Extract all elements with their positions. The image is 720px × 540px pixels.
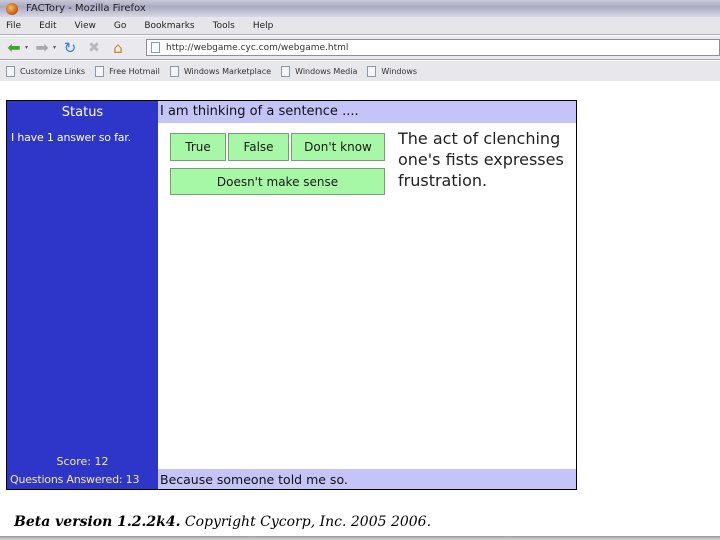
bookmark-label: Windows Media — [295, 66, 358, 76]
document-icon — [6, 65, 15, 77]
forward-dropdown-icon[interactable]: ▾ — [53, 44, 56, 51]
bookmark-windows[interactable]: Windows — [367, 65, 418, 77]
bookmark-windows-media[interactable]: Windows Media — [281, 65, 358, 77]
home-icon[interactable]: ⌂ — [108, 39, 128, 57]
bookmark-label: Free Hotmail — [109, 66, 160, 76]
true-button[interactable]: True — [170, 133, 226, 161]
window-titlebar: FACTory - Mozilla Firefox — [0, 0, 720, 17]
copyright-line: Beta version 1.2.2k4. Copyright Cycorp, … — [14, 514, 431, 530]
status-sidebar: Status I have 1 answer so far. Score: 12… — [7, 101, 158, 489]
window-title: FACTory - Mozilla Firefox — [26, 3, 146, 14]
game-frame: Status I have 1 answer so far. Score: 12… — [6, 100, 577, 490]
status-title: Status — [61, 105, 104, 120]
bookmarks-toolbar: Customize Links Free Hotmail Windows Mar… — [0, 61, 720, 81]
document-icon — [367, 65, 377, 77]
answers-count-text: I have 1 answer so far. — [11, 131, 131, 144]
page-icon — [151, 42, 160, 53]
menu-view[interactable]: View — [75, 21, 96, 31]
back-dropdown-icon[interactable]: ▾ — [25, 44, 28, 51]
menu-file[interactable]: File — [6, 21, 21, 31]
dont-know-button[interactable]: Don't know — [291, 133, 385, 161]
sentence-text: The act of clenching one's fists express… — [398, 129, 564, 190]
document-icon — [169, 65, 179, 77]
forward-arrow-icon[interactable]: ➡ — [32, 38, 52, 57]
prompt-text: I am thinking of a sentence .... — [160, 104, 359, 119]
firefox-logo-icon — [6, 2, 18, 15]
reason-footer: Because someone told me so. — [158, 469, 576, 489]
bottom-divider — [0, 536, 720, 540]
version-text: Beta version 1.2.2k4. — [14, 514, 181, 530]
bookmark-free-hotmail[interactable]: Free Hotmail — [95, 65, 160, 77]
bookmark-label: Windows — [381, 66, 418, 76]
bookmark-label: Customize Links — [20, 66, 86, 76]
menu-tools[interactable]: Tools — [213, 21, 235, 31]
false-button[interactable]: False — [228, 133, 289, 161]
menu-help[interactable]: Help — [253, 21, 274, 31]
copyright-text: Copyright Cycorp, Inc. 2005 2006. — [184, 514, 432, 530]
stop-icon[interactable]: ✖ — [84, 39, 104, 57]
url-text[interactable]: http://webgame.cyc.com/webgame.html — [166, 43, 348, 53]
bookmark-customize-links[interactable]: Customize Links — [6, 65, 86, 77]
menu-go[interactable]: Go — [114, 21, 126, 31]
bookmark-windows-marketplace[interactable]: Windows Marketplace — [169, 65, 272, 77]
back-arrow-icon[interactable]: ⬅ — [4, 38, 24, 57]
doesnt-make-sense-button[interactable]: Doesn't make sense — [170, 168, 385, 195]
menu-bookmarks[interactable]: Bookmarks — [144, 21, 194, 31]
document-icon — [95, 65, 105, 77]
reload-icon[interactable]: ↻ — [60, 39, 80, 57]
address-bar[interactable]: http://webgame.cyc.com/webgame.html — [146, 39, 720, 56]
navigation-toolbar: ⬅ ▾ ➡ ▾ ↻ ✖ ⌂ http://webgame.cyc.com/web… — [0, 36, 720, 60]
menu-bar: File Edit View Go Bookmarks Tools Help — [0, 17, 720, 35]
prompt-header: I am thinking of a sentence .... — [158, 101, 576, 123]
score-text: Score: 12 — [56, 455, 109, 468]
document-icon — [281, 65, 291, 77]
menu-edit[interactable]: Edit — [39, 21, 56, 31]
questions-answered-text: Questions Answered: 13 — [10, 473, 140, 486]
reason-text: Because someone told me so. — [160, 472, 348, 487]
bookmark-label: Windows Marketplace — [183, 66, 272, 76]
